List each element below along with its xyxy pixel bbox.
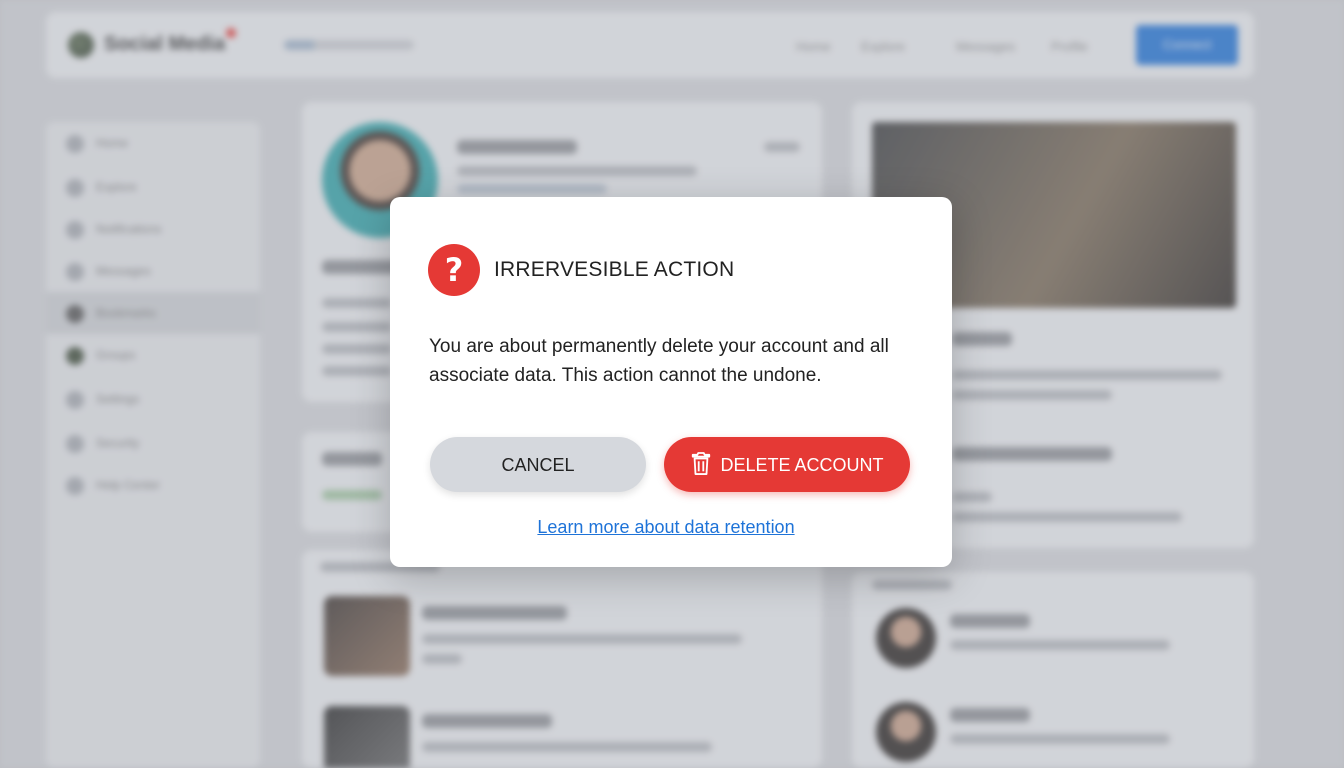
cancel-button-label: CANCEL bbox=[501, 455, 575, 475]
delete-account-button[interactable]: DELETE ACCOUNT bbox=[664, 437, 910, 492]
dialog-title: IRRERVESIBLE ACTION bbox=[494, 258, 735, 281]
cancel-button[interactable]: CANCEL bbox=[430, 437, 646, 492]
data-retention-link[interactable]: Learn more about data retention bbox=[390, 517, 942, 538]
delete-account-dialog: ? IRRERVESIBLE ACTION You are about perm… bbox=[390, 197, 952, 567]
dialog-message: You are about permanently delete your ac… bbox=[429, 336, 889, 386]
trash-icon bbox=[692, 452, 711, 476]
delete-button-label: DELETE ACCOUNT bbox=[720, 455, 884, 475]
question-mark-icon: ? bbox=[428, 244, 480, 296]
